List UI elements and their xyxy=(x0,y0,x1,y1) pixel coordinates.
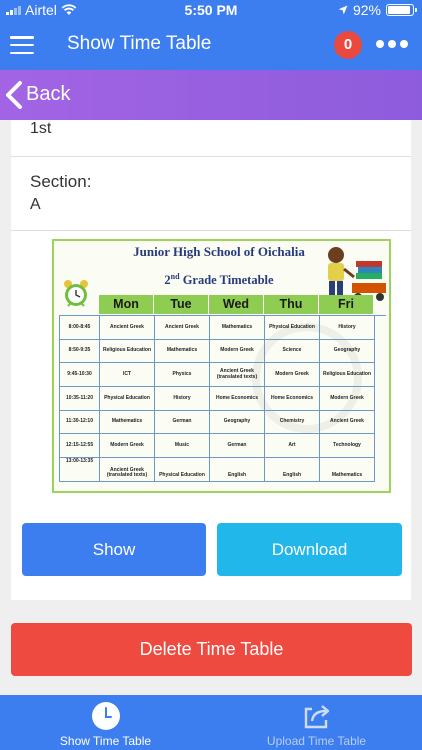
subject-cell: Ancient Greek xyxy=(320,410,375,435)
period-time: 11:30-12:10 xyxy=(60,410,100,435)
subject-cell: English xyxy=(210,458,265,482)
subject-cell: Physical Education xyxy=(100,387,155,411)
section-label: Section: xyxy=(30,172,92,191)
status-right: 92% xyxy=(338,2,417,18)
period-time: 13:00-13:35 xyxy=(60,458,100,482)
subject-cell: Ancient Greek (translated texts) xyxy=(100,458,155,482)
subject-cell: Mathematics xyxy=(210,316,265,340)
show-button[interactable]: Show xyxy=(22,523,206,576)
timetable-row: 9:45-10:30 ICT Physics Ancient Greek (trans… xyxy=(60,363,386,388)
period-time: 10:35-11:20 xyxy=(60,387,100,411)
timetable-row: 13:00-13:35 Ancient Greek (translated tex… xyxy=(60,458,386,482)
tab-show-time-table[interactable]: Show Time Table xyxy=(0,695,211,750)
delete-timetable-button[interactable]: Delete Time Table xyxy=(11,623,412,676)
timetable-row: 11:30-12:10 Mathematics German Geography Che… xyxy=(60,410,386,435)
subject-cell: Geography xyxy=(320,339,375,364)
subject-cell: Ancient Greek (translated texts) xyxy=(210,363,265,388)
clock-icon xyxy=(91,702,120,730)
day-header: Fri xyxy=(319,295,374,314)
divider xyxy=(11,230,411,231)
timetable-grid: 8:00-8:45 Ancient Greek Ancient Greek Mathe… xyxy=(59,315,386,482)
school-name: Junior High School of Oichalia xyxy=(133,244,305,259)
subject-cell: Home Economics xyxy=(265,387,320,411)
period-time: 8:50-9:35 xyxy=(60,339,100,364)
class-value: 1st xyxy=(30,120,52,137)
subject-cell: Modern Greek xyxy=(265,363,320,388)
subject-cell: German xyxy=(210,434,265,459)
timetable-row: 8:50-9:35 Religious Education Mathematics M… xyxy=(60,339,386,364)
status-bar: Airtel 5:50 PM 92% xyxy=(0,0,422,20)
timetable-row: 10:35-11:20 Physical Education History Home… xyxy=(60,387,386,411)
subject-cell: Modern Greek xyxy=(100,434,155,459)
divider xyxy=(11,156,411,157)
subject-cell: German xyxy=(155,410,210,435)
alarm-clock-icon xyxy=(64,280,88,307)
chevron-left-icon xyxy=(6,81,22,109)
subject-cell: Home Economics xyxy=(210,387,265,411)
notification-badge[interactable]: 0 xyxy=(334,31,362,59)
subject-cell: Ancient Greek xyxy=(155,316,210,340)
subject-cell: Art xyxy=(265,434,320,459)
day-header: Wed xyxy=(209,295,264,314)
subject-cell: Physical Education xyxy=(265,316,320,340)
timetable-heading: 2nd Grade Timetable xyxy=(94,272,344,288)
period-time: 12:15-12:55 xyxy=(60,434,100,459)
subject-cell: English xyxy=(265,458,320,482)
subject-cell: History xyxy=(320,316,375,340)
share-icon xyxy=(304,705,329,729)
subject-cell: Mathematics xyxy=(155,339,210,364)
student-with-books-icon xyxy=(328,247,386,301)
back-label: Back xyxy=(26,83,71,105)
subject-cell: History xyxy=(155,387,210,411)
subject-cell: Religious Education xyxy=(320,363,375,388)
day-header: Mon xyxy=(99,295,154,314)
app-bar: Show Time Table 0 xyxy=(0,20,422,70)
subject-cell: Mathematics xyxy=(320,458,375,482)
subject-cell: Chemistry xyxy=(265,410,320,435)
subject-cell: Geography xyxy=(210,410,265,435)
tab-label: Show Time Table xyxy=(59,734,152,748)
page-title: Show Time Table xyxy=(67,33,212,54)
location-arrow-icon xyxy=(338,5,348,15)
subject-cell: Physical Education xyxy=(155,458,210,482)
subject-cell: Science xyxy=(265,339,320,364)
battery-percent: 92% xyxy=(352,2,381,18)
subject-cell: Modern Greek xyxy=(210,339,265,364)
subject-cell: Modern Greek xyxy=(320,387,375,411)
timetable-row: 8:00-8:45 Ancient Greek Ancient Greek Mathe… xyxy=(60,316,386,340)
subject-cell: ICT xyxy=(100,363,155,388)
bottom-tab-bar: Show Time Table Upload Time Table xyxy=(0,695,422,750)
section-value: A xyxy=(30,196,41,213)
subject-cell: Religious Education xyxy=(100,339,155,364)
period-time: 9:45-10:30 xyxy=(60,363,100,388)
timetable-row: 12:15-12:55 Modern Greek Music German Art Tec… xyxy=(60,434,386,459)
back-button[interactable]: Back xyxy=(0,70,422,120)
more-options-icon[interactable] xyxy=(376,40,408,48)
timetable-details-card: 1st Section: A Junior High School of Oic… xyxy=(11,120,411,500)
period-time: 8:00-8:45 xyxy=(60,316,100,340)
battery-icon xyxy=(386,4,417,16)
timetable-image[interactable]: Junior High School of Oichalia 2nd Grade… xyxy=(52,239,391,493)
day-header: Tue xyxy=(154,295,209,314)
timetable-day-headers: Mon Tue Wed Thu Fri xyxy=(99,295,374,314)
grade-heading-text: Grade Timetable xyxy=(179,273,274,288)
menu-icon[interactable] xyxy=(10,36,34,54)
download-button[interactable]: Download xyxy=(217,523,402,576)
grade-ordinal: nd xyxy=(170,272,180,281)
subject-cell: Music xyxy=(155,434,210,459)
subject-cell: Technology xyxy=(320,434,375,459)
day-header: Thu xyxy=(264,295,319,314)
tab-label: Upload Time Table xyxy=(266,734,367,748)
tab-upload-time-table[interactable]: Upload Time Table xyxy=(211,695,422,750)
subject-cell: Mathematics xyxy=(100,410,155,435)
subject-cell: Physics xyxy=(155,363,210,388)
subject-cell: Ancient Greek xyxy=(100,316,155,340)
